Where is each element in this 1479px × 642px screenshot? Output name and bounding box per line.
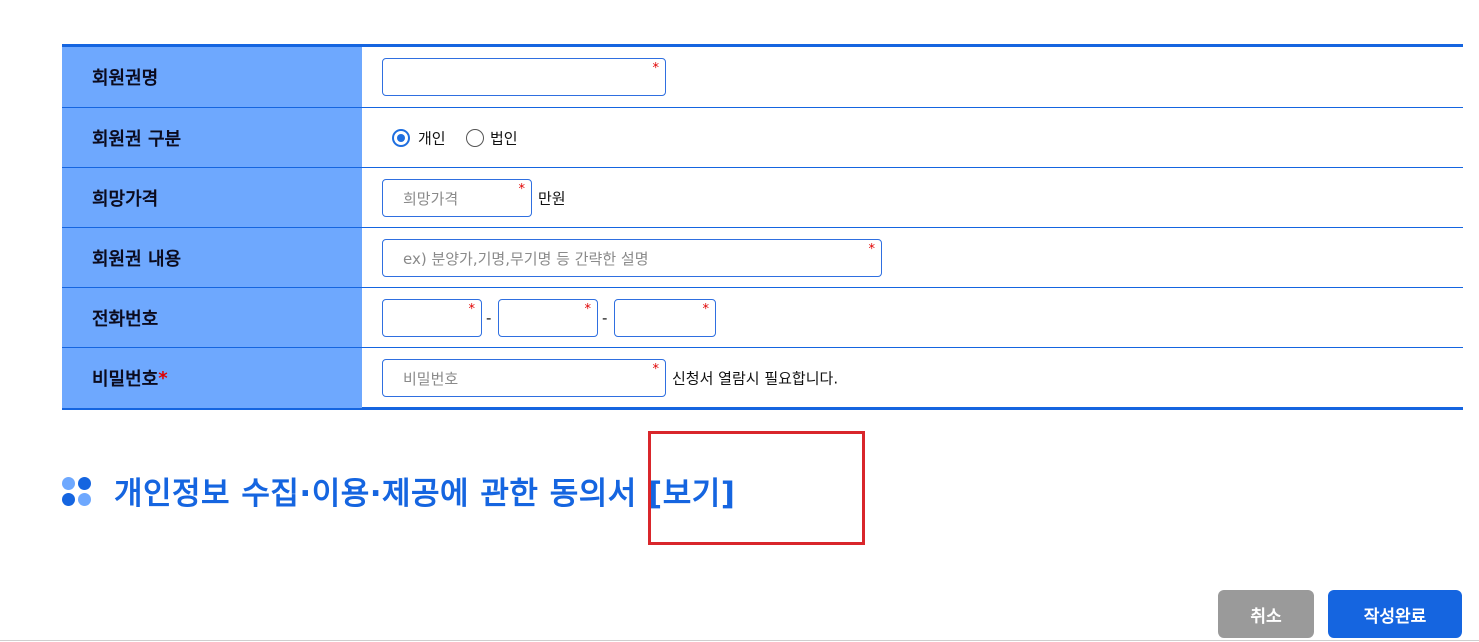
- field-cell: 비밀번호 * 신청서 열람시 필요합니다.: [362, 348, 1463, 408]
- label-text: 전화번호: [92, 309, 159, 330]
- label-phone: 전화번호: [62, 288, 362, 348]
- label-password: 비밀번호 *: [62, 348, 362, 408]
- application-form-table: 회원권명 * 회원권 구분 개인 법인 희망가격 희망가격 * 만원 회원권 내…: [62, 44, 1463, 410]
- phone-part2-input[interactable]: *: [498, 299, 598, 337]
- field-cell: * - * - *: [362, 288, 1463, 348]
- bullet-dots-icon: [62, 473, 92, 509]
- label-membership-type: 회원권 구분: [62, 108, 362, 168]
- row-membership-type: 회원권 구분 개인 법인: [62, 107, 1463, 168]
- phone-part1-input[interactable]: *: [382, 299, 482, 337]
- required-star: *: [652, 362, 660, 377]
- input-placeholder: 희망가격: [403, 189, 459, 208]
- label-text: 회원권 내용: [92, 249, 182, 270]
- description-input[interactable]: ex) 분양가,기명,무기명 등 간략한 설명 *: [382, 239, 882, 277]
- desired-price-input[interactable]: 희망가격 *: [382, 179, 532, 217]
- field-cell: *: [362, 47, 1463, 107]
- field-cell: 개인 법인: [362, 108, 1463, 168]
- radio-individual[interactable]: [392, 129, 410, 147]
- required-star: *: [518, 182, 526, 197]
- radio-individual-label[interactable]: 개인: [418, 128, 446, 149]
- input-placeholder: ex) 분양가,기명,무기명 등 간략한 설명: [403, 249, 649, 268]
- label-text: 비밀번호: [92, 369, 159, 390]
- membership-name-input[interactable]: *: [382, 58, 666, 96]
- row-phone: 전화번호 * - * - *: [62, 287, 1463, 348]
- label-text: 희망가격: [92, 189, 159, 210]
- password-input[interactable]: 비밀번호 *: [382, 359, 666, 397]
- row-password: 비밀번호 * 비밀번호 * 신청서 열람시 필요합니다.: [62, 347, 1463, 408]
- label-text: 회원권명: [92, 68, 159, 89]
- phone-part3-input[interactable]: *: [614, 299, 716, 337]
- row-membership-name: 회원권명 *: [62, 47, 1463, 107]
- radio-corporate-label[interactable]: 법인: [490, 128, 518, 149]
- highlight-box: [648, 431, 865, 545]
- password-note: 신청서 열람시 필요합니다.: [672, 369, 839, 388]
- required-star: *: [584, 302, 592, 317]
- required-star: *: [468, 302, 476, 317]
- required-star: *: [868, 242, 876, 257]
- field-cell: 희망가격 * 만원: [362, 168, 1463, 228]
- radio-corporate[interactable]: [466, 129, 484, 147]
- label-membership-name: 회원권명: [62, 47, 362, 107]
- row-description: 회원권 내용 ex) 분양가,기명,무기명 등 간략한 설명 *: [62, 227, 1463, 288]
- row-desired-price: 희망가격 희망가격 * 만원: [62, 167, 1463, 228]
- required-star: *: [702, 302, 710, 317]
- cancel-button[interactable]: 취소: [1218, 590, 1314, 638]
- consent-section-title: 개인정보 수집·이용·제공에 관한 동의서 [보기]: [62, 468, 735, 513]
- label-desired-price: 희망가격: [62, 168, 362, 228]
- input-placeholder: 비밀번호: [403, 369, 459, 388]
- phone-separator: -: [486, 309, 492, 327]
- field-cell: ex) 분양가,기명,무기명 등 간략한 설명 *: [362, 228, 1463, 288]
- phone-separator: -: [602, 309, 608, 327]
- price-unit: 만원: [538, 189, 566, 208]
- submit-button[interactable]: 작성완료: [1328, 590, 1462, 638]
- label-text: 회원권 구분: [92, 129, 182, 150]
- bottom-divider: [0, 640, 1479, 641]
- required-star: *: [652, 61, 660, 76]
- consent-view-link[interactable]: 개인정보 수집·이용·제공에 관한 동의서 [보기]: [114, 468, 735, 513]
- label-description: 회원권 내용: [62, 228, 362, 288]
- label-required-star: *: [158, 367, 168, 389]
